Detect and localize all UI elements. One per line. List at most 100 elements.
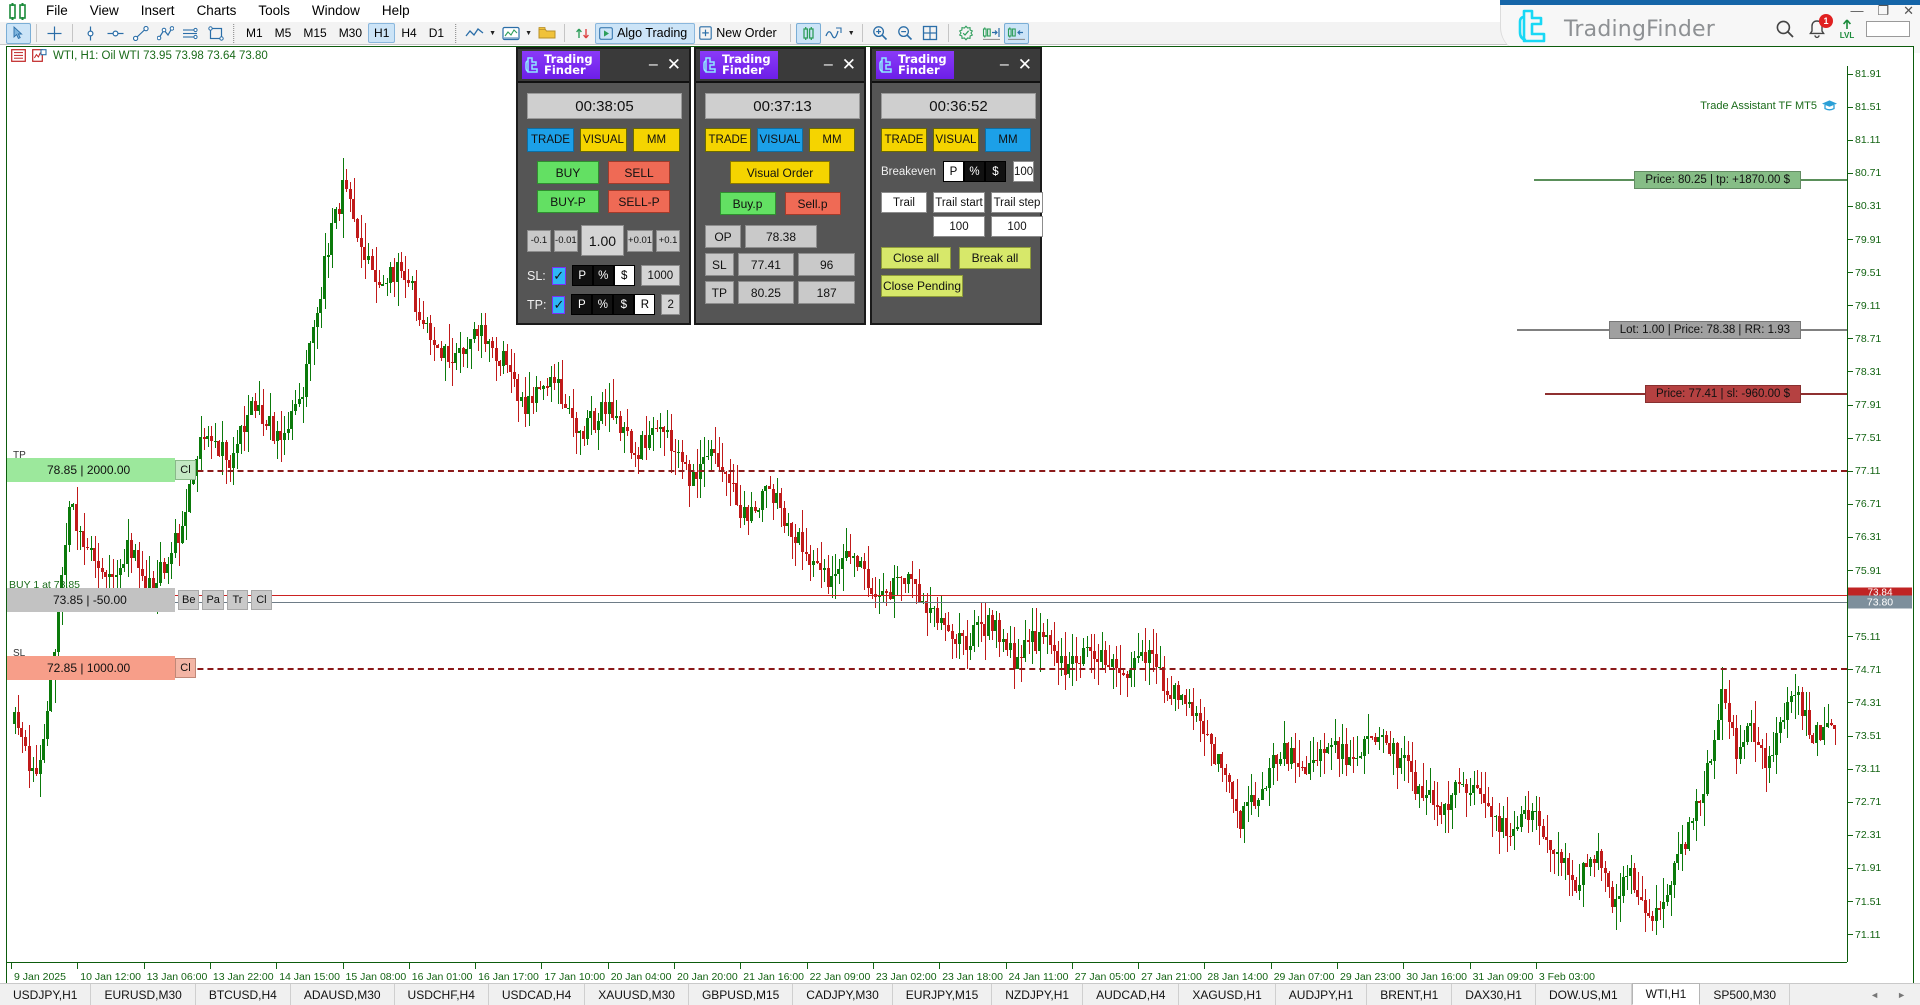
visual-buy-pending-button[interactable]: Buy.p xyxy=(719,192,776,215)
buy-partial-button[interactable]: Pa xyxy=(202,590,224,610)
cursor-arrow-icon[interactable] xyxy=(6,22,31,44)
auto-scroll-icon[interactable] xyxy=(821,23,846,44)
lot-decrement-001[interactable]: -0.01 xyxy=(553,229,578,252)
tp-points[interactable]: 187 xyxy=(798,281,856,304)
symbol-tab-gbpusd-m15[interactable]: GBPUSD,M15 xyxy=(689,984,794,1005)
timeframe-m1[interactable]: M1 xyxy=(240,23,269,43)
symbol-tab-usdjpy-h1[interactable]: USDJPY,H1 xyxy=(0,984,92,1005)
symbol-tab-btcusd-h4[interactable]: BTCUSD,H4 xyxy=(196,984,291,1005)
buy-button[interactable]: BUY xyxy=(537,161,599,184)
timeframe-h4[interactable]: H4 xyxy=(395,23,422,43)
tp-unit-percent[interactable]: % xyxy=(592,294,614,315)
visual-sell-pending-button[interactable]: Sell.p xyxy=(784,192,841,215)
zoom-in-icon[interactable] xyxy=(868,23,893,44)
entry-level-pill[interactable]: Lot: 1.00 | Price: 78.38 | RR: 1.93 xyxy=(1608,321,1801,339)
auto-scroll-dropdown-icon[interactable]: ▼ xyxy=(846,23,857,43)
buy-pending-button[interactable]: BUY-P xyxy=(537,190,599,213)
tp-enable-checkbox[interactable]: ✓ xyxy=(552,295,566,314)
visual-panel-tab-visual[interactable]: VISUAL xyxy=(757,128,803,152)
window-maximize-button[interactable]: ❐ xyxy=(1877,4,1889,17)
symbol-tab-cadjpy-m30[interactable]: CADJPY,M30 xyxy=(793,984,893,1005)
visual-order-button[interactable]: Visual Order xyxy=(730,161,830,184)
rectangle-icon[interactable] xyxy=(203,23,228,44)
breakeven-value-field[interactable]: 100 xyxy=(1012,161,1035,182)
trade-panel-tab-trade[interactable]: TRADE xyxy=(527,128,574,152)
symbol-tab-usdcad-h4[interactable]: USDCAD,H4 xyxy=(489,984,586,1005)
price-axis[interactable]: 81.91 81.51 81.11 80.71 80.31 79.91 79.51 79.11… xyxy=(1847,66,1913,962)
line-chart-icon[interactable] xyxy=(462,23,487,44)
folder-icon[interactable] xyxy=(534,23,559,44)
vertical-line-icon[interactable] xyxy=(78,23,103,44)
symbol-tab-nzdjpy-h1[interactable]: NZDJPY,H1 xyxy=(992,984,1084,1005)
symbol-tab-xauusd-m30[interactable]: XAUUSD,M30 xyxy=(585,984,689,1005)
menu-item-view[interactable]: View xyxy=(79,0,130,22)
line-chart-dropdown-icon[interactable]: ▼ xyxy=(487,23,498,43)
chart-list-icon[interactable] xyxy=(11,49,26,62)
sl-value[interactable]: 77.41 xyxy=(737,253,795,276)
visual-take-profit-row[interactable]: Price: 80.25 | tp: +1870.00 $ xyxy=(1534,171,1847,189)
window-close-button[interactable]: ✕ xyxy=(1903,4,1914,17)
trade-panel-tab-visual[interactable]: VISUAL xyxy=(580,128,627,152)
symbol-tab-eurusd-m30[interactable]: EURUSD,M30 xyxy=(91,984,196,1005)
tp-unit-rr[interactable]: R xyxy=(634,294,656,315)
equidistant-channel-icon[interactable] xyxy=(178,23,203,44)
trade-panel[interactable]: Trading Finder – ✕ 00:38:05 TRADE VISUAL… xyxy=(516,47,691,325)
trade-panel-minimize-icon[interactable]: – xyxy=(649,57,658,73)
symbol-tab-audjpy-h1[interactable]: AUDJPY,H1 xyxy=(1276,984,1368,1005)
sl-level-pill[interactable]: Price: 77.41 | sl: -960.00 $ xyxy=(1644,385,1801,403)
visual-panel-tab-trade[interactable]: TRADE xyxy=(705,128,751,152)
visual-panel[interactable]: Trading Finder – ✕ 00:37:13 TRADE VISUAL… xyxy=(694,47,866,325)
visual-panel-close-icon[interactable]: ✕ xyxy=(842,56,856,73)
tabs-scroll-right-icon[interactable]: ► xyxy=(1897,990,1906,1000)
symbol-tab-audcad-h4[interactable]: AUDCAD,H4 xyxy=(1083,984,1180,1005)
close-pending-button[interactable]: Close Pending xyxy=(881,275,963,297)
symbol-tab-usdchf-h4[interactable]: USDCHF,H4 xyxy=(395,984,489,1005)
menu-item-charts[interactable]: Charts xyxy=(186,0,248,22)
mm-panel-tab-mm[interactable]: MM xyxy=(985,128,1031,152)
candlestick-icon[interactable] xyxy=(795,22,821,44)
search-icon[interactable] xyxy=(1775,19,1795,39)
chart-shift-right-icon[interactable] xyxy=(979,23,1004,44)
breakeven-unit-dollar[interactable]: $ xyxy=(984,161,1006,182)
sl-unit-dollar[interactable]: $ xyxy=(613,265,635,286)
trade-panel-tab-mm[interactable]: MM xyxy=(633,128,680,152)
level-up-icon[interactable]: LVL xyxy=(1839,19,1855,40)
tp-unit-dollar[interactable]: $ xyxy=(613,294,635,315)
sl-value-field[interactable]: 1000 xyxy=(640,265,680,286)
menu-item-file[interactable]: File xyxy=(35,0,79,22)
tabs-scroll-left-icon[interactable]: ◄ xyxy=(1870,990,1879,1000)
menu-item-help[interactable]: Help xyxy=(371,0,421,22)
templates-dropdown-icon[interactable]: ▼ xyxy=(523,23,534,43)
buy-trail-button[interactable]: Tr xyxy=(226,590,248,610)
buy-breakeven-button[interactable]: Be xyxy=(178,590,200,610)
lot-size-value[interactable]: 1.00 xyxy=(580,225,625,256)
crosshair-icon[interactable] xyxy=(42,23,67,44)
sell-pending-button[interactable]: SELL-P xyxy=(608,190,670,213)
visual-stop-loss-row[interactable]: Price: 77.41 | sl: -960.00 $ xyxy=(1544,385,1847,403)
tp-value-field[interactable]: 2 xyxy=(661,294,680,315)
menu-item-tools[interactable]: Tools xyxy=(247,0,301,22)
sl-close-button[interactable]: Cl xyxy=(175,658,196,678)
chart-shift-left-icon[interactable] xyxy=(1003,22,1029,44)
horizontal-line-icon[interactable] xyxy=(103,23,128,44)
symbol-tab-eurjpy-m15[interactable]: EURJPY,M15 xyxy=(893,984,993,1005)
sl-order-label[interactable]: SL 72.85 | 1000.00 Cl xyxy=(7,648,196,680)
break-all-button[interactable]: Break all xyxy=(959,247,1031,269)
menu-item-window[interactable]: Window xyxy=(301,0,371,22)
visual-panel-minimize-icon[interactable]: – xyxy=(824,57,833,73)
indicators-arrows-icon[interactable] xyxy=(570,23,595,44)
trade-panel-close-icon[interactable]: ✕ xyxy=(667,56,681,73)
symbol-tab-xagusd-h1[interactable]: XAGUSD,H1 xyxy=(1179,984,1276,1005)
mm-panel-close-icon[interactable]: ✕ xyxy=(1018,56,1032,73)
grid-icon[interactable] xyxy=(918,23,943,44)
sl-enable-checkbox[interactable]: ✓ xyxy=(551,266,566,285)
timeframe-d1[interactable]: D1 xyxy=(423,23,450,43)
timeframe-m30[interactable]: M30 xyxy=(333,23,368,43)
templates-icon[interactable] xyxy=(498,23,523,44)
new-order-button[interactable]: New Order xyxy=(695,23,784,44)
trendline-icon[interactable] xyxy=(128,23,153,44)
close-all-button[interactable]: Close all xyxy=(881,247,951,269)
sl-points[interactable]: 96 xyxy=(798,253,856,276)
visual-panel-tab-mm[interactable]: MM xyxy=(809,128,855,152)
sl-unit-percent[interactable]: % xyxy=(592,265,614,286)
